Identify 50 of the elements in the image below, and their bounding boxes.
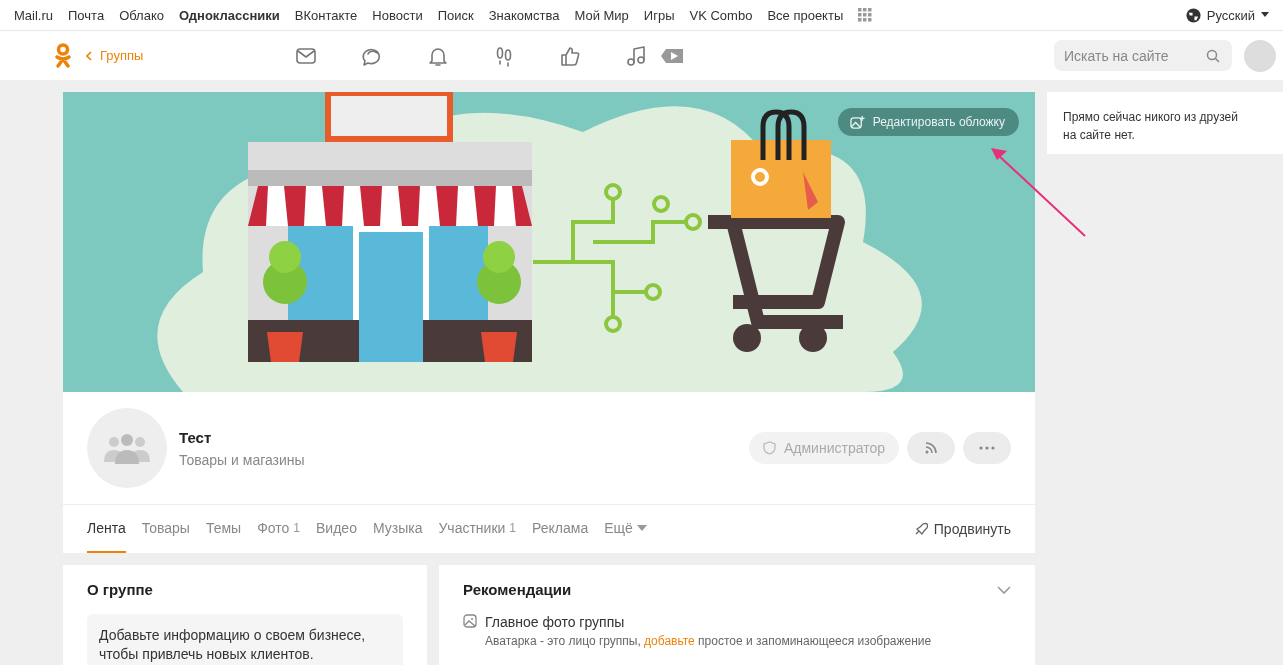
caret-icon	[1261, 12, 1269, 18]
edit-cover-button[interactable]: Редактировать обложку	[837, 108, 1019, 136]
top-link[interactable]: ВКонтакте	[294, 7, 358, 23]
about-hint: Добавьте информацию о своем бизнесе, чтобы привлечь новых клиентов.	[87, 614, 403, 665]
shield-icon	[763, 441, 776, 455]
caret-icon	[636, 525, 647, 531]
tab-count: 1	[293, 521, 301, 535]
tab[interactable]: Видео	[316, 505, 357, 553]
tab[interactable]: Лента	[87, 505, 126, 553]
tab-count: 1	[509, 521, 517, 535]
group-category: Товары и магазины	[179, 451, 305, 468]
group-name: Тест	[179, 428, 213, 446]
friends-online-message: Прямо сейчас никого из друзей на сайте нет.	[1047, 92, 1283, 154]
section-title: О группе	[87, 581, 154, 598]
language-selector[interactable]: Русский	[1185, 7, 1269, 23]
top-link[interactable]: Поиск	[437, 7, 474, 23]
top-link[interactable]: VK Combo	[689, 7, 753, 23]
subscribe-button[interactable]	[907, 432, 955, 464]
rocket-icon	[913, 522, 928, 536]
apps-grid-icon[interactable]	[858, 8, 873, 22]
search-field[interactable]: Искать на сайте	[1054, 40, 1232, 71]
tab[interactable]: Темы	[205, 505, 242, 553]
top-link[interactable]: Почта	[68, 7, 105, 23]
recommendation-title: Главное фото группы	[485, 614, 626, 630]
top-link[interactable]: Новости	[372, 7, 423, 23]
promote-link[interactable]: Продвинуть	[913, 505, 1011, 553]
top-link[interactable]: Все проекты	[767, 7, 844, 23]
image-icon	[463, 614, 477, 628]
tab[interactable]: Товары	[141, 505, 190, 553]
top-link[interactable]: Знакомства	[488, 7, 560, 23]
chevron-left-icon	[86, 50, 92, 61]
top-link[interactable]: Игры	[643, 7, 675, 23]
top-link[interactable]: Mail.ru	[14, 7, 53, 23]
tab[interactable]: Реклама	[532, 505, 589, 553]
tab[interactable]: Фото 1	[257, 505, 301, 553]
ellipsis-icon	[979, 446, 995, 450]
section-title: Рекомендации	[463, 581, 572, 598]
tab[interactable]: Музыка	[372, 505, 423, 553]
top-link[interactable]: Мой Мир	[574, 7, 629, 23]
more-options-button[interactable]	[963, 432, 1011, 464]
top-link[interactable]: Облако	[119, 7, 164, 23]
ok-logo-icon[interactable]	[54, 42, 72, 69]
tab[interactable]: Ещё	[604, 505, 647, 553]
rss-icon	[924, 441, 938, 455]
search-icon	[1206, 49, 1220, 63]
chevron-down-icon[interactable]	[997, 585, 1011, 594]
image-add-icon	[849, 114, 865, 130]
tab[interactable]: Участники 1	[438, 505, 517, 553]
top-link[interactable]: Одноклассники	[179, 7, 280, 23]
recommendation-text: Аватарка - это лицо группы, добавьте простое и запоминающееся изображение	[485, 634, 932, 648]
